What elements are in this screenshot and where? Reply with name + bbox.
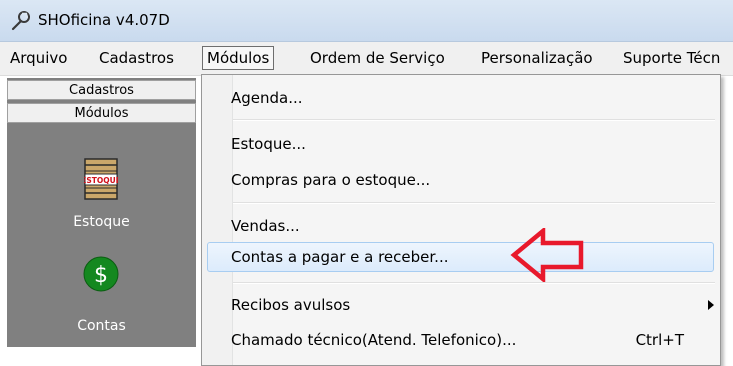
menu-arquivo[interactable]: Arquivo — [6, 47, 71, 69]
menu-gutter — [202, 75, 233, 365]
menu-item-contas-pagar-receber[interactable]: Contas a pagar e a receber... — [231, 248, 448, 266]
menu-ordem-de-servico[interactable]: Ordem de Serviço — [306, 47, 449, 69]
submenu-arrow-icon — [708, 300, 714, 310]
menu-item-agenda[interactable]: Agenda... — [231, 89, 303, 107]
red-arrow-annotation-icon — [510, 228, 584, 282]
dollar-icon: $ — [83, 256, 119, 292]
panel-tab-cadastros[interactable]: Cadastros — [7, 80, 196, 100]
window-title: SHOficina v4.07D — [38, 11, 170, 29]
menu-modulos[interactable]: Módulos — [202, 46, 275, 70]
menu-separator — [233, 119, 715, 121]
svg-text:$: $ — [94, 263, 108, 288]
wrench-icon — [11, 11, 30, 31]
menu-item-vendas[interactable]: Vendas... — [231, 217, 300, 235]
title-bar: SHOficina v4.07D — [0, 0, 733, 42]
menu-bar: Arquivo Cadastros Módulos Ordem de Servi… — [0, 42, 733, 76]
module-contas-label: Contas — [77, 318, 126, 334]
panel-tab-modulos[interactable]: Módulos — [7, 103, 196, 123]
crate-icon: ESTOQUE — [84, 158, 118, 200]
menu-item-chamado-tecnico[interactable]: Chamado técnico(Atend. Telefonico)... — [231, 331, 516, 349]
menu-suporte-tecnico[interactable]: Suporte Técn — [619, 47, 724, 69]
svg-text:ESTOQUE: ESTOQUE — [84, 176, 118, 185]
menu-separator — [233, 202, 715, 204]
modulos-dropdown: Agenda... Estoque... Compras para o esto… — [201, 74, 721, 366]
menu-cadastros[interactable]: Cadastros — [95, 47, 178, 69]
module-estoque-label: Estoque — [73, 214, 130, 230]
menu-item-recibos-avulsos[interactable]: Recibos avulsos — [231, 296, 350, 314]
menu-item-estoque[interactable]: Estoque... — [231, 135, 306, 153]
menu-separator — [233, 282, 715, 284]
menu-item-compras-estoque[interactable]: Compras para o estoque... — [231, 171, 430, 189]
shortcut-ctrl-t: Ctrl+T — [635, 331, 684, 349]
modules-panel: Cadastros Módulos ESTOQUE Estoque $ Cont… — [7, 78, 196, 347]
menu-personalizacao[interactable]: Personalização — [477, 47, 597, 69]
